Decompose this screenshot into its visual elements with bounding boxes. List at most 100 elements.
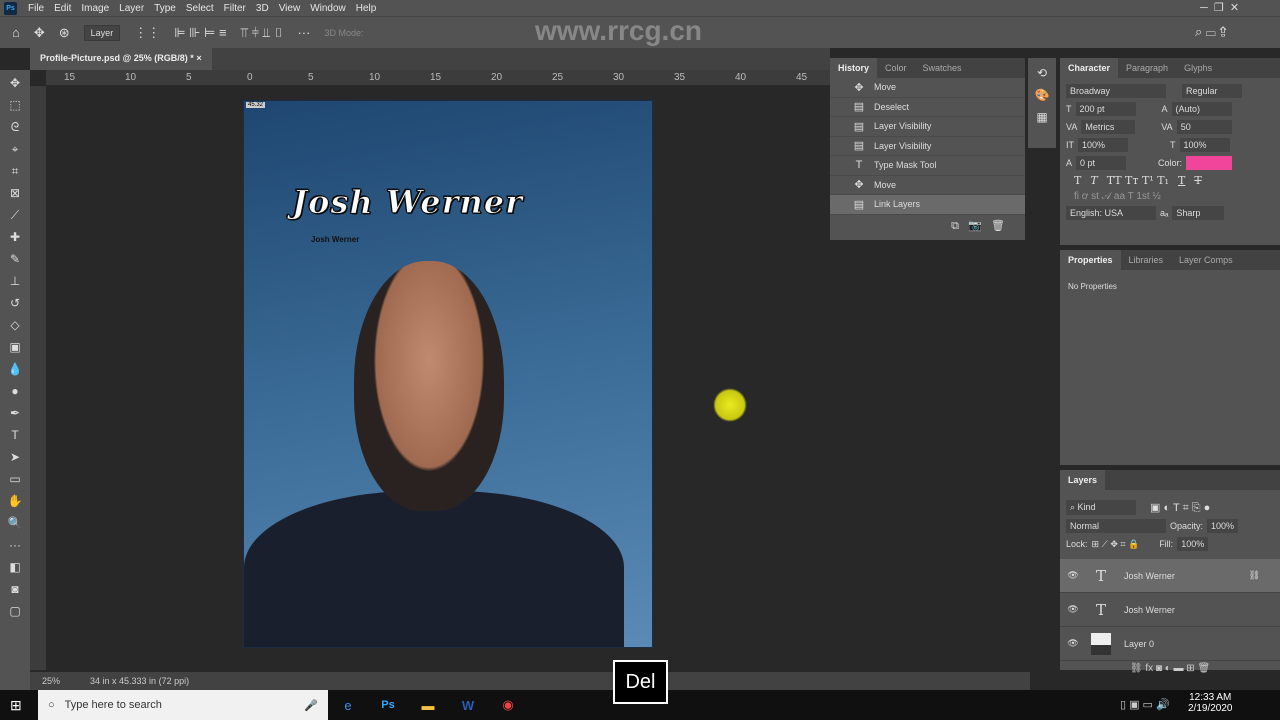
lock-icons[interactable]: ⊞ ⟋ ✥ ⌗ 🔒 <box>1092 539 1140 550</box>
tab-color[interactable]: Color <box>877 58 915 78</box>
zoom-tool-icon[interactable]: 🔍 <box>8 514 23 532</box>
type-style-buttons[interactable]: T T TT Tт T¹ T₁ T T <box>1060 172 1280 189</box>
blend-mode-select[interactable]: Normal <box>1066 519 1166 533</box>
photoshop-taskbar-icon[interactable]: Ps <box>368 699 408 711</box>
history-item[interactable]: ✥ Move <box>830 176 1025 195</box>
fill-field[interactable]: 100% <box>1177 537 1209 551</box>
auto-select-icon[interactable]: ⊛ <box>59 25 70 41</box>
tab-layer-comps[interactable]: Layer Comps <box>1171 250 1241 270</box>
history-item[interactable]: ▤ Layer Visibility <box>830 137 1025 156</box>
snapshot-camera-icon[interactable]: 📷 <box>968 220 982 232</box>
trash-icon[interactable]: 🗑 <box>991 220 1005 232</box>
tab-properties[interactable]: Properties <box>1060 250 1121 270</box>
crop-tool-icon[interactable]: ⌗ <box>12 162 19 180</box>
tab-swatches[interactable]: Swatches <box>915 58 970 78</box>
blur-tool-icon[interactable]: 💧 <box>8 360 23 378</box>
quick-mask-icon[interactable]: ◙ <box>11 580 18 598</box>
gradient-tool-icon[interactable]: ▣ <box>9 338 20 356</box>
visibility-eye-icon[interactable]: 👁 <box>1060 638 1086 649</box>
edge-icon[interactable]: e <box>328 698 368 713</box>
menu-view[interactable]: View <box>279 3 301 14</box>
hand-tool-icon[interactable]: ✋ <box>8 492 23 510</box>
history-item[interactable]: ▤ Link Layers <box>830 195 1025 215</box>
eyedropper-icon[interactable]: ⟋ <box>11 206 19 224</box>
marquee-tool-icon[interactable]: ⬚ <box>9 96 20 114</box>
file-explorer-icon[interactable]: ▬ <box>408 698 448 713</box>
layer-row[interactable]: 👁 T Josh Werner ⛓ <box>1060 559 1280 593</box>
small-name-text[interactable]: Josh Werner <box>311 235 359 244</box>
swatches-grid-icon[interactable]: ▦ <box>1036 110 1047 124</box>
opentype-buttons[interactable]: ﬁ ơ st 𝒜 aa T 1st ½ <box>1060 189 1280 204</box>
kerning-field[interactable]: Metrics <box>1081 120 1136 134</box>
zoom-level[interactable]: 25% <box>42 676 60 686</box>
path-select-icon[interactable]: ➤ <box>10 448 20 466</box>
horizontal-scale-field[interactable]: 100% <box>1179 138 1230 152</box>
home-icon[interactable]: ⌂ <box>12 25 20 40</box>
clock[interactable]: 12:33 AM 2/19/2020 <box>1188 692 1233 714</box>
tab-glyphs[interactable]: Glyphs <box>1176 58 1220 78</box>
vertical-scale-field[interactable]: 100% <box>1078 138 1128 152</box>
move-tool-icon[interactable]: ✥ <box>34 25 45 41</box>
auto-select-dropdown[interactable]: Layer <box>83 24 121 41</box>
history-item[interactable]: ▤ Layer Visibility <box>830 117 1025 137</box>
baseline-shift-field[interactable]: 0 pt <box>1076 156 1127 170</box>
layer-name[interactable]: Layer 0 <box>1124 639 1154 649</box>
menu-window[interactable]: Window <box>310 3 346 14</box>
menu-type[interactable]: Type <box>154 3 176 14</box>
tab-layers[interactable]: Layers <box>1060 470 1106 490</box>
font-family-select[interactable]: Broadway <box>1066 84 1166 98</box>
menu-edit[interactable]: Edit <box>54 3 71 14</box>
document-canvas[interactable]: 45.32 Josh Werner Josh Werner <box>243 100 653 648</box>
eraser-icon[interactable]: ◇ <box>10 316 19 334</box>
screen-mode-icon[interactable]: ▢ <box>9 602 20 620</box>
tab-libraries[interactable]: Libraries <box>1121 250 1172 270</box>
move-tool-icon[interactable]: ✥ <box>10 74 20 92</box>
more-icon[interactable]: ··· <box>297 25 310 40</box>
dodge-tool-icon[interactable]: ● <box>11 382 18 400</box>
type-mask-title[interactable]: Josh Werner <box>292 183 523 222</box>
layer-row[interactable]: 👁 Layer 0 <box>1060 627 1280 661</box>
pen-tool-icon[interactable]: ✒ <box>10 404 20 422</box>
type-tool-icon[interactable]: T <box>11 426 18 444</box>
antialias-select[interactable]: Sharp <box>1172 206 1225 220</box>
taskbar-search[interactable]: ○ Type here to search 🎤 <box>38 690 328 720</box>
distribute-icons[interactable]: ⫪ ⫩ ⫫ ▯ <box>241 25 284 41</box>
text-color-swatch[interactable] <box>1186 156 1233 170</box>
stamp-tool-icon[interactable]: ⊥ <box>10 272 20 290</box>
color-swatches-icon[interactable]: ◧ <box>9 558 20 576</box>
leading-field[interactable]: (Auto) <box>1171 102 1232 116</box>
brush-tool-icon[interactable]: ✎ <box>10 250 20 268</box>
windows-start-icon[interactable]: ⊞ <box>10 697 22 714</box>
microphone-icon[interactable]: 🎤 <box>304 699 318 712</box>
menu-layer[interactable]: Layer <box>119 3 144 14</box>
tracking-field[interactable]: 50 <box>1176 120 1232 134</box>
history-item[interactable]: ▤ Deselect <box>830 98 1025 117</box>
close-tab-icon[interactable]: × <box>196 53 201 63</box>
menu-filter[interactable]: Filter <box>224 3 246 14</box>
new-document-from-state-icon[interactable]: ⧉ <box>951 220 959 232</box>
visibility-eye-icon[interactable]: 👁 <box>1060 604 1086 615</box>
align-icons[interactable]: ⊫ ⊪ ⊨ ≡ <box>174 25 226 41</box>
menu-3d[interactable]: 3D <box>256 3 269 14</box>
window-controls[interactable]: ─ ❐ ✕ <box>1200 1 1239 14</box>
layer-actions[interactable]: ⛓ fx ◙ ◐ ▬ ⊞ 🗑 <box>1060 661 1280 674</box>
layer-filter-kind[interactable]: ⌕ Kind <box>1066 500 1136 515</box>
history-brush-icon[interactable]: ↺ <box>10 294 20 312</box>
menu-select[interactable]: Select <box>186 3 214 14</box>
app-icon[interactable]: ◉ <box>488 697 528 713</box>
document-tab[interactable]: Profile-Picture.psd @ 25% (RGB/8) * × <box>30 48 212 70</box>
tab-character[interactable]: Character <box>1060 58 1119 78</box>
history-item[interactable]: T Type Mask Tool <box>830 156 1025 176</box>
visibility-eye-icon[interactable]: 👁 <box>1060 570 1086 581</box>
quick-select-icon[interactable]: ⌖ <box>12 140 19 158</box>
layer-name[interactable]: Josh Werner <box>1124 605 1175 615</box>
font-size-field[interactable]: 200 pt <box>1075 102 1136 116</box>
layer-name[interactable]: Josh Werner <box>1124 571 1175 581</box>
language-select[interactable]: English: USA <box>1066 206 1156 220</box>
menu-help[interactable]: Help <box>356 3 377 14</box>
frame-tool-icon[interactable]: ⊠ <box>10 184 20 202</box>
color-palette-icon[interactable]: 🎨 <box>1035 88 1050 102</box>
tab-history[interactable]: History <box>830 58 878 78</box>
transform-controls-icon[interactable]: ⋮⋮ <box>134 25 160 41</box>
search-icon[interactable]: ⌕ ▭ ⇪ <box>1195 24 1227 40</box>
